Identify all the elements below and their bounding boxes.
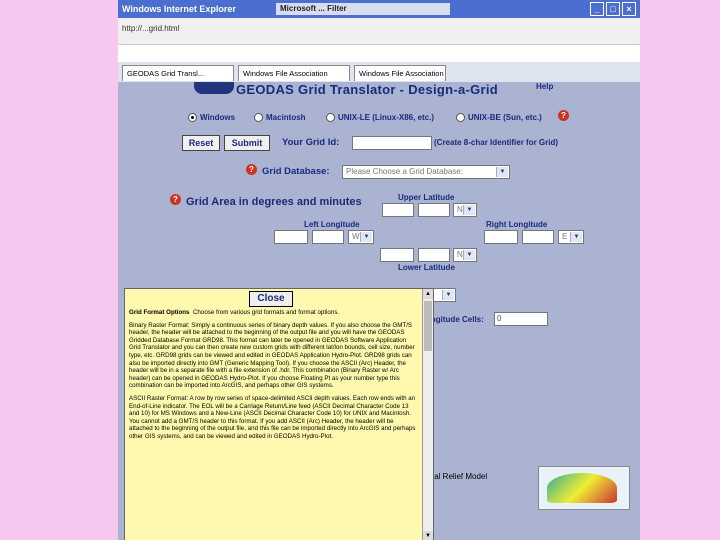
hemi-n: N [457, 205, 463, 214]
close-icon[interactable]: × [622, 2, 636, 16]
tray-text: Microsoft ... Filter [276, 3, 450, 15]
page-title: GEODAS Grid Translator - Design-a-Grid [236, 82, 499, 97]
chevron-down-icon: ▼ [442, 290, 454, 300]
upper-lat-min-input[interactable] [418, 203, 450, 217]
relief-model-label: stal Relief Model [428, 472, 488, 481]
upper-lat-hemi-select[interactable]: N ▼ [453, 203, 477, 217]
lower-latitude-label: Lower Latitude [398, 263, 455, 272]
page-content: GEODAS Grid Translator - Design-a-Grid H… [118, 82, 640, 540]
radio-unix-be-label: UNIX-BE (Sun, etc.) [468, 113, 542, 122]
grid-database-placeholder: Please Choose a Grid Database: [346, 167, 463, 176]
left-longitude-label: Left Longitude [304, 220, 360, 229]
right-lon-hemi-select[interactable]: E ▼ [558, 230, 584, 244]
popup-binary-raster: Binary Raster Format: Simply a continuou… [129, 321, 415, 390]
logo [194, 82, 234, 94]
tab-strip: GEODAS Grid Transl... Windows File Assoc… [118, 62, 640, 83]
left-lon-min-input[interactable] [312, 230, 344, 244]
radio-windows[interactable] [188, 113, 197, 122]
left-lon-hemi-select[interactable]: W ▼ [348, 230, 374, 244]
chevron-down-icon: ▼ [463, 250, 475, 260]
radio-macintosh[interactable] [254, 113, 263, 122]
grid-database-select[interactable]: Please Choose a Grid Database: ▼ [342, 165, 510, 179]
radio-unix-le-label: UNIX-LE (Linux-X86, etc.) [338, 113, 435, 122]
grid-id-hint: (Create 8-char Identifier for Grid) [434, 138, 559, 147]
address-url[interactable]: http://...grid.html [122, 24, 179, 33]
chevron-down-icon: ▼ [360, 232, 372, 242]
reset-button[interactable]: Reset [182, 135, 220, 151]
right-longitude-label: Right Longitude [486, 220, 548, 229]
right-lon-min-input[interactable] [522, 230, 554, 244]
hemi-w: W [352, 232, 360, 241]
minimize-icon[interactable]: _ [590, 2, 604, 16]
scroll-up-icon[interactable]: ▲ [423, 289, 433, 299]
partial-select[interactable]: ▼ [432, 288, 456, 302]
help-link[interactable]: Help [536, 82, 553, 91]
hemi-e: E [562, 232, 568, 241]
popup-heading-desc: Choose from various grid formats and for… [192, 309, 340, 316]
upper-lat-deg-input[interactable] [382, 203, 414, 217]
lower-lat-deg-input[interactable] [380, 248, 414, 262]
chevron-down-icon: ▼ [570, 232, 582, 242]
address-bar[interactable]: http://...grid.html [118, 18, 640, 45]
right-lon-deg-input[interactable] [484, 230, 518, 244]
tab-file-association-2[interactable]: Windows File Association [354, 65, 446, 81]
grid-database-label: Grid Database: [262, 166, 330, 177]
hemi-n: N [457, 250, 463, 259]
left-lon-deg-input[interactable] [274, 230, 308, 244]
browser-window: Windows Internet Explorer Microsoft ... … [118, 0, 640, 540]
scroll-thumb[interactable] [424, 301, 432, 351]
lower-lat-hemi-select[interactable]: N ▼ [453, 248, 477, 262]
radio-unix-le[interactable] [326, 113, 335, 122]
grid-id-label: Your Grid Id: [282, 137, 340, 148]
format-options-popup: Close Grid Format Options Choose from va… [124, 288, 434, 540]
radio-unix-be[interactable] [456, 113, 465, 122]
popup-text: Grid Format Options Choose from various … [129, 309, 419, 446]
submit-button[interactable]: Submit [224, 135, 270, 151]
radio-macintosh-label: Macintosh [266, 113, 306, 122]
chevron-down-icon: ▼ [463, 205, 475, 215]
title-bar: Windows Internet Explorer Microsoft ... … [118, 0, 640, 18]
popup-heading: Grid Format Options [129, 309, 190, 316]
tab-file-association-1[interactable]: Windows File Association [238, 65, 350, 81]
help-icon[interactable]: ? [170, 194, 181, 205]
grid-id-input[interactable] [352, 136, 432, 150]
longitude-cells-input[interactable]: 0 [494, 312, 548, 326]
relief-globe-icon [547, 473, 617, 503]
lower-lat-min-input[interactable] [418, 248, 450, 262]
tab-geodas[interactable]: GEODAS Grid Transl... [122, 65, 234, 81]
upper-latitude-label: Upper Latitude [398, 193, 455, 202]
help-icon[interactable]: ? [246, 164, 257, 175]
help-icon[interactable]: ? [558, 110, 569, 121]
popup-scrollbar[interactable]: ▲ ▼ [422, 289, 433, 540]
popup-ascii-raster: ASCII Raster Format: A row by row series… [129, 394, 416, 440]
popup-close-button[interactable]: Close [249, 291, 293, 307]
longitude-cells-label: ongitude Cells: [426, 315, 484, 324]
maximize-icon[interactable]: □ [606, 2, 620, 16]
scroll-down-icon[interactable]: ▼ [423, 531, 433, 540]
radio-windows-label: Windows [200, 113, 236, 122]
chevron-down-icon: ▼ [496, 167, 508, 177]
grid-area-label: Grid Area in degrees and minutes [186, 196, 362, 208]
relief-model-image[interactable] [538, 466, 630, 510]
window-title: Windows Internet Explorer [122, 4, 236, 14]
